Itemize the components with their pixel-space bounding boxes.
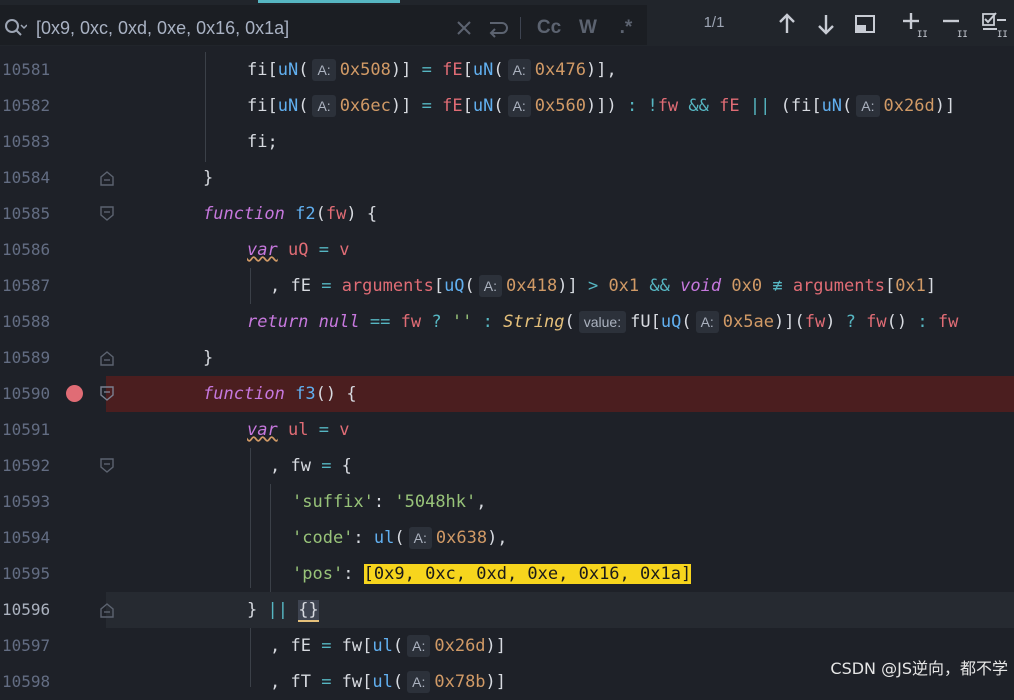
- code-line[interactable]: 10585 function f2(fw) {: [0, 196, 1014, 232]
- code-line[interactable]: 10584 }: [0, 160, 1014, 196]
- line-number: 10583: [2, 132, 51, 151]
- separator: [520, 17, 521, 39]
- arrow-up-icon[interactable]: [773, 10, 801, 38]
- code-text[interactable]: , fT = fw[ul(A: 0x78b)]: [270, 664, 506, 700]
- whole-word-button[interactable]: W: [575, 15, 601, 41]
- code-line[interactable]: 10581 fi[uN(A: 0x508)] = fE[uN(A: 0x476)],: [0, 52, 1014, 88]
- select-occurrence-icon[interactable]: [851, 10, 879, 38]
- remove-occurrence-icon[interactable]: II: [940, 10, 968, 38]
- code-text[interactable]: }: [203, 340, 213, 376]
- search-box: Cc W .*: [0, 5, 647, 45]
- code-line[interactable]: 10582 fi[uN(A: 0x6ec)] = fE[uN(A: 0x560)])…: [0, 88, 1014, 124]
- regex-button[interactable]: .*: [614, 15, 638, 41]
- code-line[interactable]: 10595 'pos': [0x9, 0xc, 0xd, 0xe, 0x16, …: [0, 556, 1014, 592]
- line-number: 10593: [2, 492, 51, 511]
- svg-text:II: II: [917, 30, 928, 38]
- line-number: 10586: [2, 240, 51, 259]
- replace-icon[interactable]: [486, 17, 510, 39]
- code-line[interactable]: 10588 return null == fw ? '' : String(va…: [0, 304, 1014, 340]
- code-text[interactable]: , fE = fw[ul(A: 0x26d)]: [270, 628, 506, 664]
- code-text[interactable]: , fE = arguments[uQ(A: 0x418)] > 0x1 && v…: [270, 268, 936, 304]
- line-number: 10598: [2, 672, 51, 691]
- line-number: 10588: [2, 312, 51, 331]
- code-line-current[interactable]: 10596 } || {}: [0, 592, 1014, 628]
- line-number: 10581: [2, 60, 51, 79]
- code-text[interactable]: 'suffix': '5048hk',: [292, 484, 487, 520]
- fold-end-icon[interactable]: [100, 350, 114, 366]
- select-all-occurrences-icon[interactable]: II: [980, 10, 1008, 38]
- line-number: 10596: [2, 600, 51, 619]
- svg-text:II: II: [957, 30, 968, 38]
- clear-icon[interactable]: [455, 19, 473, 37]
- code-line[interactable]: 10592 , fw = {: [0, 448, 1014, 484]
- code-line-breakpoint[interactable]: 10590 function f3() {: [0, 376, 1014, 412]
- code-text[interactable]: var ul = v: [247, 412, 349, 448]
- line-number: 10587: [2, 276, 51, 295]
- line-number: 10594: [2, 528, 51, 547]
- code-text[interactable]: }: [203, 160, 213, 196]
- fold-end-icon[interactable]: [100, 602, 114, 618]
- code-line[interactable]: 10591 var ul = v: [0, 412, 1014, 448]
- code-text[interactable]: fi[uN(A: 0x508)] = fE[uN(A: 0x476)],: [247, 52, 617, 88]
- search-input[interactable]: [36, 15, 446, 41]
- code-line[interactable]: 10593 'suffix': '5048hk',: [0, 484, 1014, 520]
- match-count: 1/1: [703, 14, 725, 31]
- watermark: CSDN @JS逆向，都不学: [830, 659, 1008, 678]
- code-text[interactable]: fi;: [247, 124, 278, 160]
- code-line[interactable]: 10586 var uQ = v: [0, 232, 1014, 268]
- search-match-highlight: [0x9, 0xc, 0xd, 0xe, 0x16, 0x1a]: [363, 564, 692, 584]
- code-text[interactable]: 'code': ul(A: 0x638),: [292, 520, 508, 556]
- line-number: 10592: [2, 456, 51, 475]
- code-text[interactable]: function f3() {: [203, 376, 357, 412]
- arrow-down-icon[interactable]: [812, 10, 840, 38]
- code-line[interactable]: 10587 , fE = arguments[uQ(A: 0x418)] > 0x…: [0, 268, 1014, 304]
- line-number: 10590: [2, 384, 51, 403]
- fold-start-icon[interactable]: [100, 458, 114, 474]
- current-line-highlight: [106, 592, 1014, 628]
- search-icon[interactable]: [3, 17, 27, 39]
- code-text[interactable]: fi[uN(A: 0x6ec)] = fE[uN(A: 0x560)]) : !fw…: [247, 88, 955, 124]
- match-case-button[interactable]: Cc: [535, 15, 563, 41]
- svg-text:II: II: [997, 30, 1008, 38]
- fold-start-icon[interactable]: [100, 386, 114, 402]
- fold-end-icon[interactable]: [100, 170, 114, 186]
- code-text[interactable]: var uQ = v: [247, 232, 349, 268]
- find-bar: Cc W .* 1/1 II II II: [0, 0, 1014, 46]
- line-number: 10591: [2, 420, 51, 439]
- code-text[interactable]: function f2(fw) {: [203, 196, 377, 232]
- breakpoint-icon[interactable]: [66, 385, 83, 402]
- line-number: 10584: [2, 168, 51, 187]
- line-number: 10585: [2, 204, 51, 223]
- fold-start-icon[interactable]: [100, 206, 114, 222]
- code-text[interactable]: } || {}: [247, 592, 319, 628]
- code-line[interactable]: 10594 'code': ul(A: 0x638),: [0, 520, 1014, 556]
- code-line[interactable]: 10583 fi;: [0, 124, 1014, 160]
- find-bar-accent: [258, 0, 400, 3]
- add-occurrence-icon[interactable]: II: [900, 10, 928, 38]
- code-text[interactable]: return null == fw ? '' : String(value: fU…: [247, 304, 958, 340]
- code-line[interactable]: 10589 }: [0, 340, 1014, 376]
- line-number: 10582: [2, 96, 51, 115]
- line-number: 10597: [2, 636, 51, 655]
- code-text[interactable]: , fw = {: [270, 448, 352, 484]
- line-number: 10595: [2, 564, 51, 583]
- line-number: 10589: [2, 348, 51, 367]
- code-text[interactable]: 'pos': [0x9, 0xc, 0xd, 0xe, 0x16, 0x1a]: [292, 556, 692, 592]
